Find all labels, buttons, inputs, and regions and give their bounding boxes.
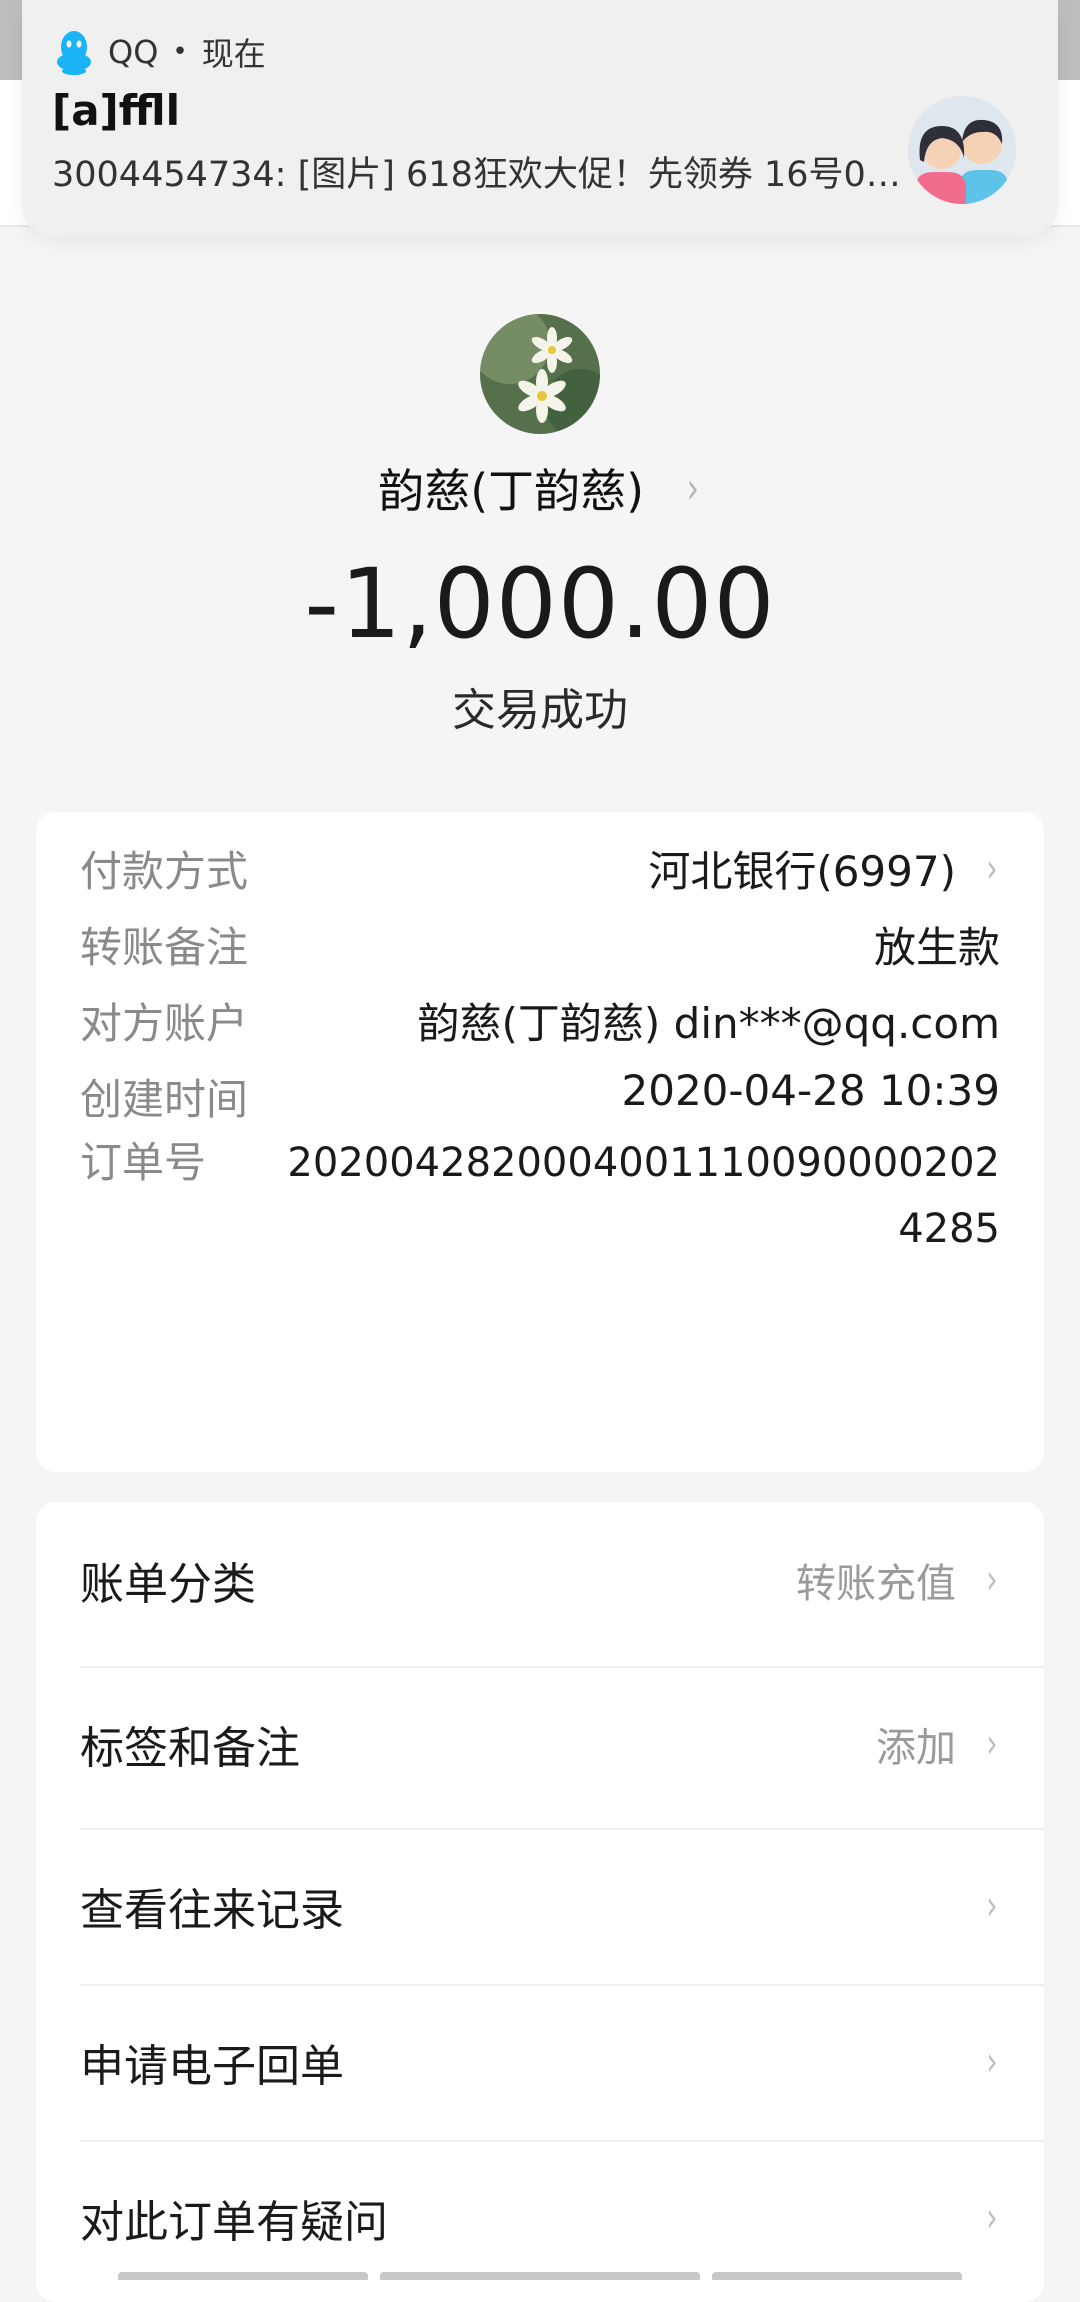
- transaction-history-row[interactable]: 查看往来记录 ›: [80, 1828, 1000, 1984]
- actions-card: 账单分类 转账充值 › 标签和备注 添加 › 查看往来记录 › 申请电子回单 ›…: [36, 1502, 1044, 2302]
- couple-avatar-icon: [908, 96, 1016, 204]
- bill-category-row[interactable]: 账单分类 转账充值 ›: [80, 1502, 1000, 1658]
- order-number-row: 订单号 20200428200040011100900002024285: [80, 1130, 1000, 1262]
- detail-label: 付款方式: [80, 847, 249, 896]
- notification-text: 3004454734: [图片] 618狂欢大促！先领券 16号0…: [52, 155, 901, 195]
- transfer-note-row: 转账备注 放生款: [80, 914, 1000, 975]
- chevron-right-icon: ›: [986, 1883, 998, 1929]
- bottom-tab-hint: [0, 2270, 1080, 2280]
- e-receipt-row[interactable]: 申请电子回单 ›: [80, 1984, 1000, 2140]
- counterparty-account-row: 对方账户 韵慈(丁韵慈) din***@qq.com: [80, 990, 1000, 1051]
- bottom-tab-hint-bar: [118, 2272, 368, 2280]
- menu-label: 账单分类: [80, 1559, 256, 1610]
- transfer-note-value: 放生款: [873, 923, 1000, 972]
- menu-hint: 添加: [876, 1725, 956, 1771]
- created-time-value: 2020-04-28 10:39: [621, 1066, 1000, 1115]
- chevron-right-icon: ›: [986, 845, 998, 892]
- qq-penguin-icon: [57, 31, 91, 75]
- payment-method-value: 河北银行(6997): [648, 847, 956, 896]
- chevron-right-icon: ›: [686, 462, 700, 514]
- chevron-right-icon: ›: [986, 1721, 998, 1767]
- detail-label: 订单号: [80, 1138, 207, 1187]
- menu-label: 申请电子回单: [80, 2041, 344, 2092]
- transaction-amount: -1,000.00: [304, 548, 776, 660]
- detail-label: 创建时间: [80, 1075, 249, 1124]
- detail-label: 对方账户: [80, 999, 249, 1048]
- notification-time: 现在: [201, 35, 266, 73]
- detail-label: 转账备注: [80, 923, 249, 972]
- menu-label: 查看往来记录: [80, 1885, 344, 1936]
- transaction-status: 交易成功: [452, 685, 628, 736]
- chevron-right-icon: ›: [986, 2039, 998, 2085]
- order-number-value: 20200428200040011100900002024285: [287, 1140, 1000, 1252]
- menu-label: 对此订单有疑问: [80, 2197, 388, 2248]
- payee-avatar[interactable]: [480, 314, 600, 434]
- chevron-right-icon: ›: [986, 2195, 998, 2241]
- notification-app-name: QQ: [108, 33, 159, 71]
- transaction-details-card: 付款方式 河北银行(6997) › 转账备注 放生款 对方账户 韵慈(丁韵慈) …: [36, 812, 1044, 1472]
- payment-method-row[interactable]: 付款方式 河北银行(6997) ›: [80, 838, 1000, 899]
- notification-title: [a]ffll: [52, 86, 181, 135]
- counterparty-account-value: 韵慈(丁韵慈) din***@qq.com: [417, 999, 1000, 1048]
- qq-notification[interactable]: QQ • 现在 [a]ffll 3004454734: [图片] 618狂欢大促…: [22, 0, 1058, 236]
- notification-separator: •: [172, 37, 188, 67]
- payee-name: 韵慈(丁韵慈): [378, 464, 645, 518]
- menu-label: 标签和备注: [80, 1723, 300, 1774]
- created-time-row: 创建时间 2020-04-28 10:39: [80, 1066, 1000, 1127]
- bottom-tab-hint-bar: [380, 2272, 700, 2280]
- payee-link[interactable]: 韵慈(丁韵慈) ›: [0, 452, 1080, 524]
- menu-hint: 转账充值: [796, 1561, 956, 1607]
- bottom-tab-hint-bar: [712, 2272, 962, 2280]
- tags-notes-row[interactable]: 标签和备注 添加 ›: [80, 1666, 1000, 1822]
- flower-avatar-icon: [480, 314, 600, 434]
- notification-header: QQ • 现在: [54, 26, 266, 78]
- chevron-right-icon: ›: [986, 1557, 998, 1603]
- notification-avatar: [908, 96, 1016, 204]
